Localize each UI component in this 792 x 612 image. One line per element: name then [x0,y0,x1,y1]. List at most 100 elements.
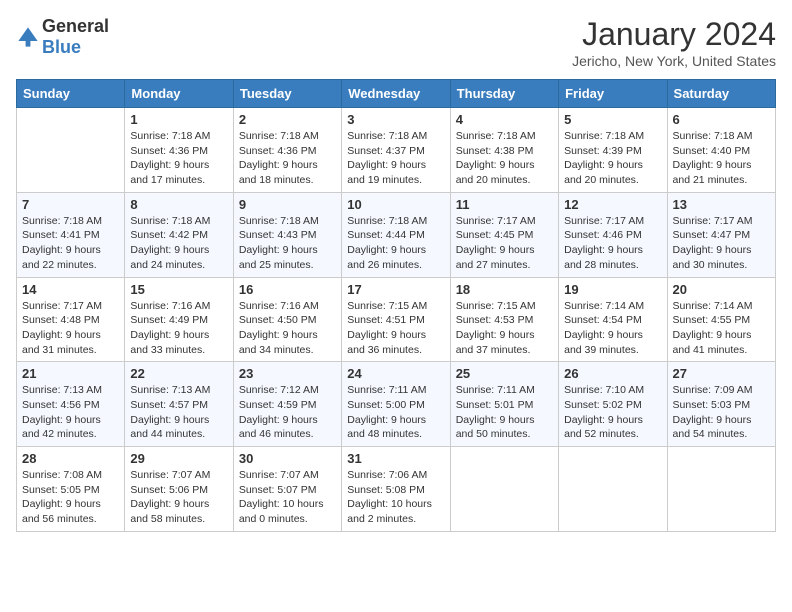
calendar-header-row: SundayMondayTuesdayWednesdayThursdayFrid… [17,80,776,108]
calendar-cell: 8 Sunrise: 7:18 AMSunset: 4:42 PMDaylight… [125,192,233,277]
day-info: Sunrise: 7:17 AMSunset: 4:48 PMDaylight:… [22,299,119,358]
calendar-cell: 5 Sunrise: 7:18 AMSunset: 4:39 PMDaylight… [559,108,667,193]
calendar-cell: 12Sunrise: 7:17 AMSunset: 4:46 PMDayligh… [559,192,667,277]
calendar-cell: 20 Sunrise: 7:14 AMSunset: 4:55 PMDayligh… [667,277,775,362]
day-number: 30 [239,451,336,466]
header-tuesday: Tuesday [233,80,341,108]
day-number: 29 [130,451,227,466]
day-number: 9 [239,197,336,212]
day-number: 2 [239,112,336,127]
day-info: Sunrise: 7:18 AMSunset: 4:39 PMDaylight:… [564,129,661,188]
day-info: Sunrise: 7:07 AMSunset: 5:06 PMDaylight:… [130,468,227,527]
calendar-cell [559,447,667,532]
calendar-cell: 14 Sunrise: 7:17 AMSunset: 4:48 PMDayligh… [17,277,125,362]
day-number: 31 [347,451,444,466]
calendar-cell: 19Sunrise: 7:14 AMSunset: 4:54 PMDayligh… [559,277,667,362]
day-info: Sunrise: 7:13 AMSunset: 4:57 PMDaylight:… [130,383,227,442]
calendar-cell: 25 Sunrise: 7:11 AMSunset: 5:01 PMDayligh… [450,362,558,447]
header-thursday: Thursday [450,80,558,108]
day-info: Sunrise: 7:16 AMSunset: 4:49 PMDaylight:… [130,299,227,358]
calendar-cell: 4 Sunrise: 7:18 AMSunset: 4:38 PMDaylight… [450,108,558,193]
day-number: 12 [564,197,661,212]
day-number: 5 [564,112,661,127]
calendar-cell: 22 Sunrise: 7:13 AMSunset: 4:57 PMDayligh… [125,362,233,447]
page-header: General Blue January 2024 Jericho, New Y… [16,16,776,69]
calendar-cell: 9 Sunrise: 7:18 AMSunset: 4:43 PMDaylight… [233,192,341,277]
day-number: 17 [347,282,444,297]
logo-general: General [42,16,109,36]
day-number: 3 [347,112,444,127]
day-number: 8 [130,197,227,212]
logo-icon [16,25,40,49]
day-number: 26 [564,366,661,381]
day-number: 6 [673,112,770,127]
day-info: Sunrise: 7:12 AMSunset: 4:59 PMDaylight:… [239,383,336,442]
calendar-week-row: 14 Sunrise: 7:17 AMSunset: 4:48 PMDayligh… [17,277,776,362]
calendar-cell: 27 Sunrise: 7:09 AMSunset: 5:03 PMDayligh… [667,362,775,447]
calendar-week-row: 28 Sunrise: 7:08 AMSunset: 5:05 PMDayligh… [17,447,776,532]
month-title: January 2024 [572,16,776,53]
day-number: 16 [239,282,336,297]
day-number: 4 [456,112,553,127]
calendar-cell: 17 Sunrise: 7:15 AMSunset: 4:51 PMDayligh… [342,277,450,362]
day-info: Sunrise: 7:15 AMSunset: 4:51 PMDaylight:… [347,299,444,358]
calendar-cell [450,447,558,532]
day-info: Sunrise: 7:15 AMSunset: 4:53 PMDaylight:… [456,299,553,358]
day-info: Sunrise: 7:11 AMSunset: 5:00 PMDaylight:… [347,383,444,442]
calendar-cell: 18 Sunrise: 7:15 AMSunset: 4:53 PMDayligh… [450,277,558,362]
header-saturday: Saturday [667,80,775,108]
calendar-cell: 16Sunrise: 7:16 AMSunset: 4:50 PMDayligh… [233,277,341,362]
day-number: 21 [22,366,119,381]
day-number: 11 [456,197,553,212]
day-info: Sunrise: 7:18 AMSunset: 4:43 PMDaylight:… [239,214,336,273]
day-info: Sunrise: 7:17 AMSunset: 4:45 PMDaylight:… [456,214,553,273]
day-number: 27 [673,366,770,381]
day-number: 19 [564,282,661,297]
day-info: Sunrise: 7:18 AMSunset: 4:36 PMDaylight:… [130,129,227,188]
day-number: 13 [673,197,770,212]
calendar-week-row: 21 Sunrise: 7:13 AMSunset: 4:56 PMDayligh… [17,362,776,447]
day-info: Sunrise: 7:08 AMSunset: 5:05 PMDaylight:… [22,468,119,527]
day-info: Sunrise: 7:18 AMSunset: 4:44 PMDaylight:… [347,214,444,273]
location-subtitle: Jericho, New York, United States [572,53,776,69]
day-number: 22 [130,366,227,381]
day-number: 23 [239,366,336,381]
day-number: 15 [130,282,227,297]
day-info: Sunrise: 7:14 AMSunset: 4:55 PMDaylight:… [673,299,770,358]
calendar-cell: 7Sunrise: 7:18 AMSunset: 4:41 PMDaylight… [17,192,125,277]
day-info: Sunrise: 7:11 AMSunset: 5:01 PMDaylight:… [456,383,553,442]
header-wednesday: Wednesday [342,80,450,108]
day-info: Sunrise: 7:18 AMSunset: 4:37 PMDaylight:… [347,129,444,188]
day-info: Sunrise: 7:09 AMSunset: 5:03 PMDaylight:… [673,383,770,442]
day-info: Sunrise: 7:17 AMSunset: 4:47 PMDaylight:… [673,214,770,273]
day-number: 14 [22,282,119,297]
calendar-cell [667,447,775,532]
calendar-cell: 2 Sunrise: 7:18 AMSunset: 4:36 PMDaylight… [233,108,341,193]
calendar-cell [17,108,125,193]
logo: General Blue [16,16,109,58]
calendar-cell: 30 Sunrise: 7:07 AMSunset: 5:07 PMDayligh… [233,447,341,532]
header-monday: Monday [125,80,233,108]
day-info: Sunrise: 7:18 AMSunset: 4:36 PMDaylight:… [239,129,336,188]
calendar-cell: 31Sunrise: 7:06 AMSunset: 5:08 PMDayligh… [342,447,450,532]
calendar-cell: 21 Sunrise: 7:13 AMSunset: 4:56 PMDayligh… [17,362,125,447]
day-number: 24 [347,366,444,381]
calendar-cell: 3 Sunrise: 7:18 AMSunset: 4:37 PMDaylight… [342,108,450,193]
calendar-cell: 6Sunrise: 7:18 AMSunset: 4:40 PMDaylight… [667,108,775,193]
day-info: Sunrise: 7:13 AMSunset: 4:56 PMDaylight:… [22,383,119,442]
day-number: 25 [456,366,553,381]
day-number: 28 [22,451,119,466]
day-info: Sunrise: 7:10 AMSunset: 5:02 PMDaylight:… [564,383,661,442]
calendar-week-row: 1Sunrise: 7:18 AMSunset: 4:36 PMDaylight… [17,108,776,193]
calendar-cell: 26 Sunrise: 7:10 AMSunset: 5:02 PMDayligh… [559,362,667,447]
day-number: 20 [673,282,770,297]
day-number: 18 [456,282,553,297]
day-info: Sunrise: 7:07 AMSunset: 5:07 PMDaylight:… [239,468,336,527]
calendar-cell: 1Sunrise: 7:18 AMSunset: 4:36 PMDaylight… [125,108,233,193]
day-number: 7 [22,197,119,212]
header-sunday: Sunday [17,80,125,108]
day-info: Sunrise: 7:18 AMSunset: 4:42 PMDaylight:… [130,214,227,273]
title-block: January 2024 Jericho, New York, United S… [572,16,776,69]
day-info: Sunrise: 7:18 AMSunset: 4:38 PMDaylight:… [456,129,553,188]
calendar-cell: 23 Sunrise: 7:12 AMSunset: 4:59 PMDayligh… [233,362,341,447]
